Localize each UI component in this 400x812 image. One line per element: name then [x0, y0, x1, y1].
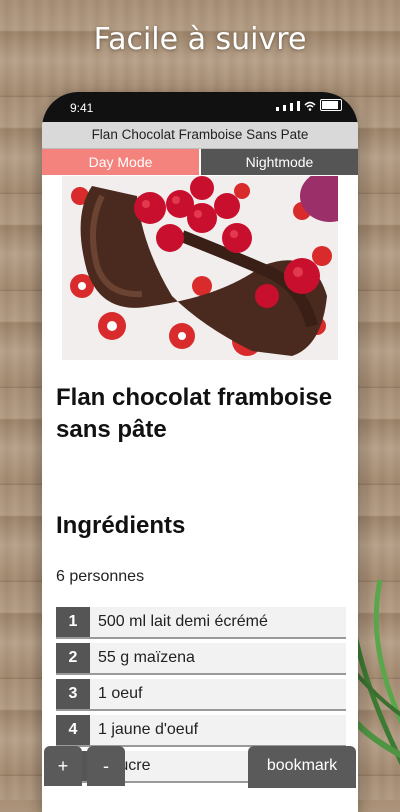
- ingredient-number: 2: [56, 643, 90, 673]
- status-icons: [276, 99, 342, 111]
- recipe-title: Flan chocolat framboise sans pâte: [56, 384, 333, 443]
- ingredient-row: 3 1 oeuf: [56, 679, 346, 711]
- ingredient-text: 500 ml lait demi écrémé: [90, 607, 346, 637]
- ingredient-row: 4 1 jaune d'oeuf: [56, 715, 346, 747]
- day-mode-button[interactable]: Day Mode: [42, 149, 199, 175]
- notch: [112, 92, 288, 114]
- ingredient-text: 55 g maïzena: [90, 643, 346, 673]
- recipe-photo: [62, 176, 338, 360]
- servings: 6 personnes: [56, 568, 145, 585]
- signal-icon: [283, 105, 286, 111]
- wifi-icon: [304, 101, 316, 111]
- ingredient-number: 3: [56, 679, 90, 709]
- ingredient-row: 2 55 g maïzena: [56, 643, 346, 675]
- mode-toggle: Day Mode Nightmode: [42, 149, 358, 175]
- zoom-out-button[interactable]: -: [87, 746, 125, 786]
- zoom-in-button[interactable]: +: [44, 746, 82, 786]
- ingredient-number: 4: [56, 715, 90, 745]
- promo-headline: Facile à suivre: [93, 22, 307, 57]
- signal-icon: [297, 101, 300, 111]
- status-time: 9:41: [70, 101, 94, 115]
- signal-icon: [276, 107, 279, 111]
- bookmark-button[interactable]: bookmark: [248, 746, 356, 788]
- ingredient-text: 1 oeuf: [90, 679, 346, 709]
- signal-icon: [290, 103, 293, 111]
- ingredient-number: 1: [56, 607, 90, 637]
- nightmode-button[interactable]: Nightmode: [199, 149, 358, 175]
- phone-frame: 9:41 Flan Chocolat Framboise Sans Pate D…: [42, 92, 358, 812]
- ingredient-row: 1 500 ml lait demi écrémé: [56, 607, 346, 639]
- status-bar: 9:41: [42, 92, 358, 122]
- app-title: Flan Chocolat Framboise Sans Pate: [42, 122, 358, 149]
- ingredient-text: 1 jaune d'oeuf: [90, 715, 346, 745]
- ingredients-heading: Ingrédients: [56, 512, 186, 539]
- battery-icon: [320, 99, 342, 111]
